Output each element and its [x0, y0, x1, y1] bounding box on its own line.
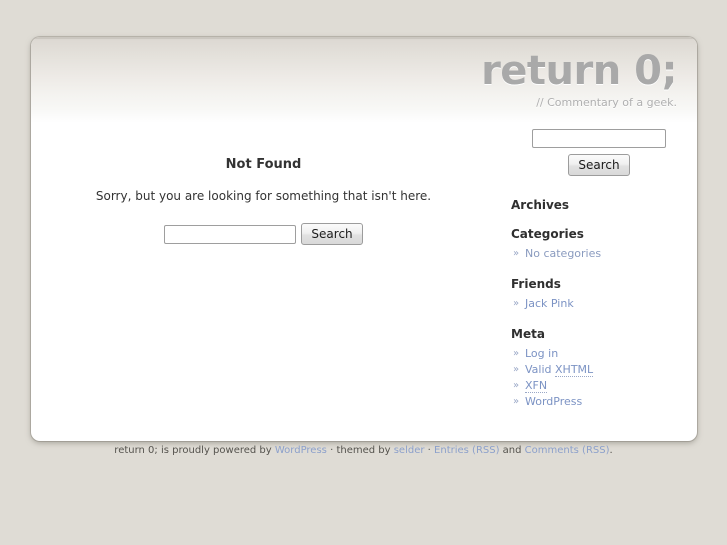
sidebar-search-button[interactable]: Search [568, 154, 630, 176]
bullet-icon: » [513, 380, 520, 391]
list-item: » WordPress [511, 394, 687, 410]
header-top-rule [31, 37, 697, 39]
list-item: » XFN [511, 378, 687, 394]
footer-link-entries-rss[interactable]: Entries (RSS) [434, 445, 499, 456]
sidebar-link[interactable]: Valid XHTML [525, 363, 594, 377]
footer-separator-2: · [424, 445, 435, 456]
sidebar: Search Archives Categories » No categories F… [511, 129, 687, 425]
sidebar-link[interactable]: Jack Pink [525, 297, 574, 310]
abbreviation: XHTML [555, 363, 594, 377]
bullet-icon: » [513, 298, 520, 309]
sidebar-widget-title: Meta [511, 327, 545, 341]
list-item: » Valid XHTML [511, 362, 687, 378]
search-button[interactable]: Search [301, 223, 363, 245]
sidebar-widget-items: » No categories [511, 246, 687, 262]
site-description: // Commentary of a geek. [536, 96, 677, 109]
footer-themed-by: themed by [336, 445, 394, 456]
sidebar-widget-title: Archives [511, 198, 570, 212]
footer-link-theme-author[interactable]: selder [394, 445, 425, 456]
sidebar-link[interactable]: Log in [525, 347, 558, 360]
sidebar-widget-items: » Log in » Valid XHTML » XFN » WordPress [511, 346, 687, 410]
sidebar-link: No categories [525, 247, 602, 260]
bullet-icon: » [513, 396, 520, 407]
sidebar-widget: Categories » No categories [511, 227, 687, 262]
site-header: return 0; // Commentary of a geek. [481, 49, 677, 110]
sidebar-widget: Archives [511, 198, 687, 212]
site-title[interactable]: return 0; [481, 49, 677, 93]
sidebar-widget: Meta » Log in » Valid XHTML » XFN » WordPress [511, 327, 687, 410]
footer-and: and [499, 445, 525, 456]
sidebar-widget-list: Archives Categories » No categories Friends »… [511, 198, 687, 410]
bullet-icon: » [513, 348, 520, 359]
main-content: Not Found Sorry, but you are looking for… [31, 157, 496, 245]
list-item: » No categories [511, 246, 687, 262]
list-item: » Log in [511, 346, 687, 362]
sidebar-link[interactable]: XFN [525, 379, 548, 393]
sidebar-widget: Friends » Jack Pink [511, 277, 687, 312]
page-root: return 0; // Commentary of a geek. Not F… [0, 0, 727, 545]
footer-period: . [609, 445, 613, 456]
search-input[interactable] [164, 224, 297, 244]
abbreviation: XFN [525, 379, 548, 393]
sidebar-widget-items: » Jack Pink [511, 296, 687, 312]
page-title: Not Found [225, 157, 302, 172]
sidebar-widget-title: Friends [511, 277, 561, 291]
footer: return 0; is proudly powered by WordPres… [0, 445, 727, 456]
sidebar-link-text: Valid [525, 363, 556, 376]
footer-link-comments-rss[interactable]: Comments (RSS) [525, 445, 610, 456]
footer-prefix: return 0; is proudly powered by [114, 445, 275, 456]
sidebar-search-input[interactable] [532, 129, 666, 148]
footer-link-wordpress[interactable]: WordPress [275, 445, 327, 456]
list-item: » Jack Pink [511, 296, 687, 312]
footer-separator-1: · [326, 445, 337, 456]
sidebar-link[interactable]: WordPress [525, 395, 582, 408]
content-search-form: Search [164, 223, 363, 245]
bullet-icon: » [513, 248, 520, 259]
site-card: return 0; // Commentary of a geek. Not F… [31, 37, 697, 441]
sidebar-search-form: Search [511, 129, 687, 176]
not-found-message: Sorry, but you are looking for something… [95, 189, 432, 203]
bullet-icon: » [513, 364, 520, 375]
sidebar-widget-title: Categories [511, 227, 584, 241]
